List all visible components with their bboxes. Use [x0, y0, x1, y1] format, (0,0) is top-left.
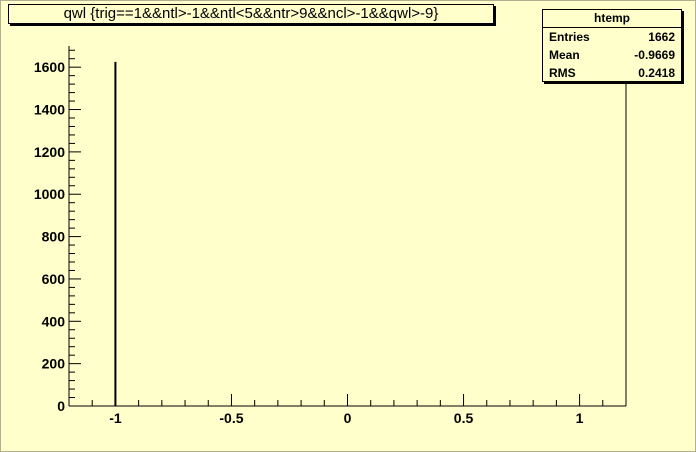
x-tick-label: -1 — [109, 410, 122, 426]
stats-row-entries: Entries 1662 — [543, 28, 681, 46]
stats-label: Mean — [549, 48, 580, 62]
y-tick-label: 800 — [42, 229, 66, 245]
y-tick-label: 0 — [57, 398, 65, 414]
stats-value: 0.2418 — [638, 66, 675, 80]
stats-row-mean: Mean -0.9669 — [543, 46, 681, 64]
y-tick-label: 600 — [42, 271, 66, 287]
x-tick-label: -0.5 — [219, 410, 243, 426]
y-tick-label: 1200 — [34, 144, 65, 160]
stats-label: RMS — [549, 66, 576, 80]
y-tick-label: 1000 — [34, 186, 65, 202]
y-tick-label: 200 — [42, 356, 66, 372]
x-tick-label: 0.5 — [454, 410, 474, 426]
y-tick-label: 400 — [42, 313, 66, 329]
histogram-title-text: qwl {trig==1&&ntl>-1&&ntl<5&&ntr>9&&ncl>… — [63, 5, 439, 22]
x-tick-label: 1 — [576, 410, 584, 426]
stats-value: -0.9669 — [634, 48, 675, 62]
y-tick-label: 1600 — [34, 59, 65, 75]
stats-title: htemp — [543, 10, 681, 28]
histogram-title: qwl {trig==1&&ntl>-1&&ntl<5&&ntr>9&&ncl>… — [8, 4, 494, 24]
stats-row-rms: RMS 0.2418 — [543, 64, 681, 82]
x-tick-label: 0 — [344, 410, 352, 426]
stats-value: 1662 — [648, 30, 675, 44]
y-tick-label: 1400 — [34, 102, 65, 118]
stats-box: htemp Entries 1662 Mean -0.9669 RMS 0.24… — [542, 9, 682, 82]
stats-label: Entries — [549, 30, 590, 44]
